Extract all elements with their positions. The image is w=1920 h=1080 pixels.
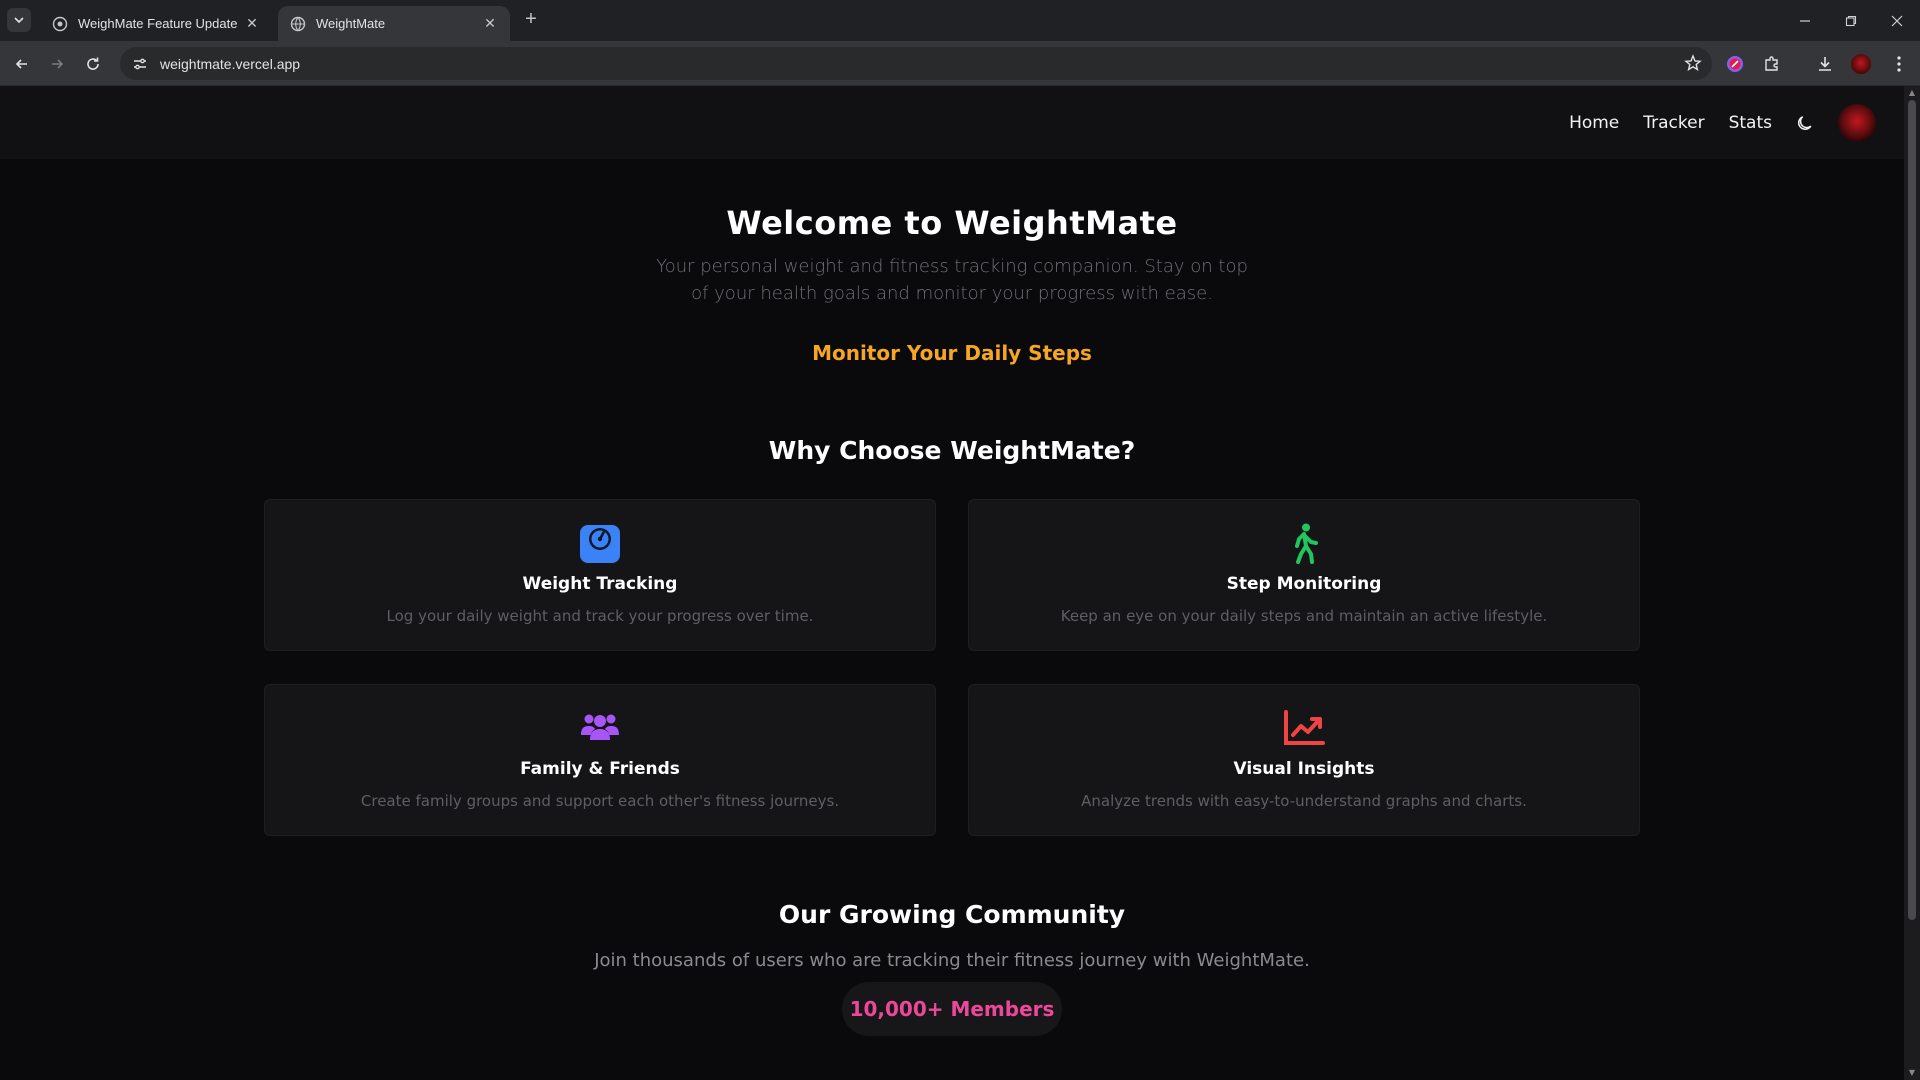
extension-button[interactable]	[1722, 51, 1748, 77]
restore-button[interactable]	[1828, 0, 1874, 41]
card-title: Step Monitoring	[1226, 574, 1382, 594]
bookmark-star-icon[interactable]	[1684, 54, 1702, 72]
tab-title: WeighMate Feature Update	[78, 16, 238, 31]
card-description: Create family groups and support each ot…	[360, 792, 840, 810]
browser-tab-weightmate[interactable]: WeightMate ✕	[278, 6, 510, 41]
arrow-right-icon	[52, 59, 64, 69]
site-settings-icon[interactable]	[132, 56, 148, 72]
close-icon	[1891, 15, 1903, 26]
tab-title: WeightMate	[316, 16, 386, 31]
extensions-button[interactable]	[1759, 51, 1785, 77]
card-title: Family & Friends	[520, 759, 680, 779]
globe-icon	[52, 16, 68, 31]
extension-red-icon	[1727, 56, 1743, 72]
close-icon[interactable]: ✕	[244, 15, 260, 32]
features-heading: Why Choose WeightMate?	[768, 436, 1136, 465]
card-title: Visual Insights	[1233, 759, 1375, 779]
back-button[interactable]	[9, 51, 35, 77]
feature-card-family-friends: Family & Friends Create family groups an…	[264, 684, 936, 836]
nav-link-home[interactable]: Home	[1569, 113, 1619, 133]
profile-avatar	[1851, 54, 1871, 74]
community-heading: Our Growing Community	[778, 900, 1126, 929]
card-description: Keep an eye on your daily steps and main…	[1060, 607, 1548, 625]
restore-icon	[1845, 15, 1857, 26]
arrow-left-icon	[15, 59, 27, 69]
avatar[interactable]	[1838, 103, 1876, 142]
site-navbar: Home Tracker Stats	[0, 86, 1904, 159]
card-description: Analyze trends with easy-to-understand g…	[1081, 792, 1527, 810]
puzzle-icon	[1765, 56, 1778, 71]
more-vertical-icon	[1897, 56, 1901, 72]
tab-search-button[interactable]	[7, 8, 31, 32]
users-icon	[579, 707, 621, 749]
close-window-button[interactable]	[1874, 0, 1920, 41]
card-description: Log your daily weight and track your pro…	[386, 607, 814, 625]
scroll-down-icon[interactable]: ▼	[1908, 1069, 1916, 1077]
scroll-up-icon[interactable]: ▲	[1908, 89, 1916, 97]
page-title: Welcome to WeightMate	[726, 204, 1178, 242]
globe-icon	[290, 16, 306, 31]
hero-cta-text: Monitor Your Daily Steps	[812, 341, 1092, 365]
minimize-button[interactable]	[1782, 0, 1828, 41]
scrollbar-thumb[interactable]	[1908, 100, 1916, 920]
browser-menu-button[interactable]	[1886, 51, 1912, 77]
page-scrollbar[interactable]: ▲ ▼	[1904, 86, 1920, 1080]
community-subtitle: Join thousands of users who are tracking…	[594, 950, 1310, 971]
scale-icon	[579, 522, 621, 564]
browser-toolbar: weightmate.vercel.app	[0, 41, 1920, 86]
feature-card-visual-insights: Visual Insights Analyze trends with easy…	[968, 684, 1640, 836]
browser-tab-weighmate-feature-update[interactable]: WeighMate Feature Update ✕	[40, 6, 272, 41]
members-badge: 10,000+ Members	[842, 982, 1062, 1036]
reload-button[interactable]	[80, 51, 106, 77]
download-icon	[1819, 57, 1831, 71]
feature-card-weight-tracking: Weight Tracking Log your daily weight an…	[264, 499, 936, 651]
profile-button[interactable]	[1848, 51, 1874, 77]
close-icon[interactable]: ✕	[482, 15, 498, 32]
downloads-button[interactable]	[1812, 51, 1838, 77]
browser-tab-bar: WeighMate Feature Update ✕ WeightMate ✕ …	[0, 0, 1920, 41]
theme-toggle-button[interactable]	[1794, 111, 1818, 135]
chevron-down-icon	[14, 17, 24, 24]
nav-link-tracker[interactable]: Tracker	[1643, 113, 1704, 133]
address-bar[interactable]: weightmate.vercel.app	[120, 47, 1712, 80]
moon-icon	[1798, 115, 1812, 130]
url-text: weightmate.vercel.app	[160, 55, 301, 72]
card-title: Weight Tracking	[522, 574, 678, 594]
minimize-icon	[1800, 19, 1810, 22]
new-tab-button[interactable]: +	[520, 9, 542, 31]
walking-icon	[1283, 522, 1325, 564]
forward-button[interactable]	[44, 51, 70, 77]
chart-line-icon	[1283, 707, 1325, 749]
hero-subtitle: Your personal weight and fitness trackin…	[656, 256, 1248, 304]
reload-icon	[87, 57, 99, 70]
nav-link-stats[interactable]: Stats	[1729, 113, 1772, 133]
page-content: Home Tracker Stats Welcome to WeightMate…	[0, 86, 1904, 1080]
feature-card-step-monitoring: Step Monitoring Keep an eye on your dail…	[968, 499, 1640, 651]
